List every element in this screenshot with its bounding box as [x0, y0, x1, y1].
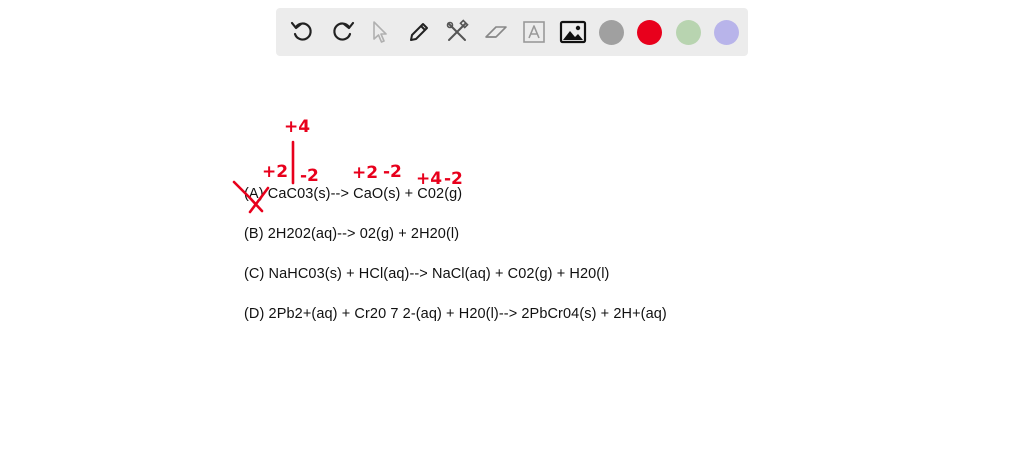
color-green-button[interactable] — [669, 12, 708, 52]
equation-d: (D) 2Pb2+(aq) + Cr20 7 2-(aq) + H20(l)--… — [244, 306, 667, 322]
equation-b: (B) 2H202(aq)--> 02(g) + 2H20(l) — [244, 226, 460, 242]
color-swatch-green — [675, 19, 701, 45]
equation-a: (A) CaC03(s)--> CaO(s) + C02(g) — [244, 186, 463, 202]
tools-button[interactable] — [438, 12, 477, 52]
pen-button[interactable] — [400, 12, 439, 52]
undo-icon — [291, 21, 312, 41]
redo-icon — [333, 21, 354, 41]
color-purple-button[interactable] — [708, 12, 747, 52]
text-icon — [523, 21, 546, 43]
image-icon — [559, 20, 586, 44]
color-swatch-gray — [598, 19, 624, 45]
color-swatch-purple — [714, 19, 740, 45]
equation-c: (C) NaHC03(s) + HCl(aq)--> NaCl(aq) + C0… — [244, 266, 610, 282]
whiteboard-canvas[interactable]: (A) CaC03(s)--> CaO(s) + C02(g) (B) 2H20… — [0, 60, 1024, 450]
tools-icon — [446, 19, 469, 41]
pointer-button[interactable] — [361, 12, 400, 52]
image-button[interactable] — [554, 12, 593, 52]
eraser-icon — [484, 26, 507, 38]
drawing-toolbar — [276, 8, 748, 56]
pointer-icon — [373, 21, 388, 43]
redo-button[interactable] — [323, 12, 362, 52]
undo-button[interactable] — [284, 12, 323, 52]
color-red-button[interactable] — [631, 12, 670, 52]
text-button[interactable] — [515, 12, 554, 52]
color-gray-button[interactable] — [592, 12, 631, 52]
pen-icon — [409, 23, 428, 41]
eraser-button[interactable] — [477, 12, 516, 52]
color-swatch-red — [637, 19, 663, 45]
